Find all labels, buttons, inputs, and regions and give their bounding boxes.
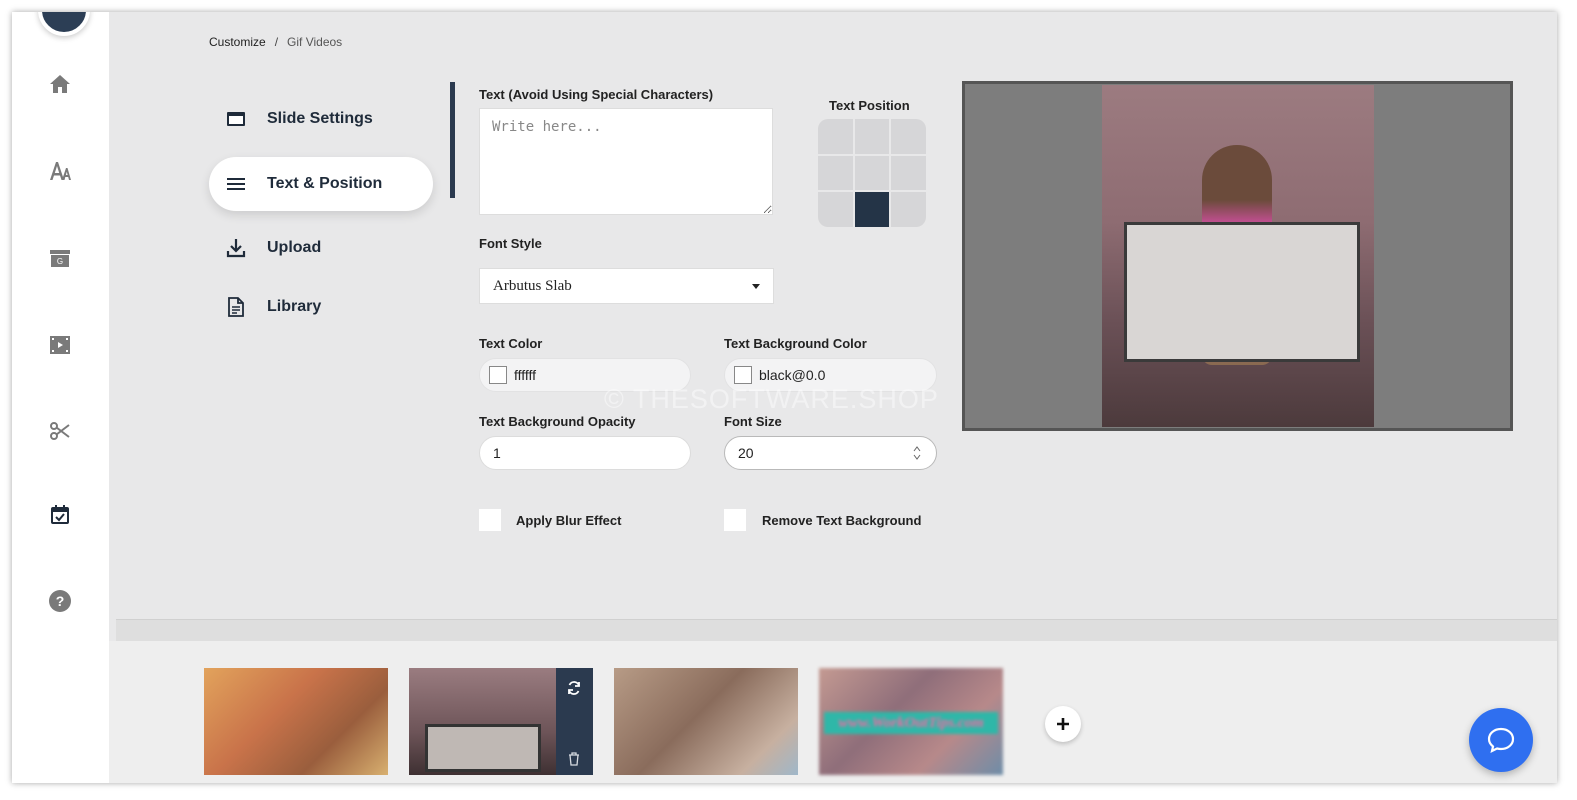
font-size-input[interactable]: 20 <box>724 436 937 470</box>
active-section-indicator <box>450 82 455 198</box>
font-style-value: Arbutus Slab <box>493 277 572 294</box>
number-spinner-icon[interactable] <box>913 446 921 460</box>
bg-opacity-value: 1 <box>493 445 501 461</box>
trash-icon[interactable] <box>568 752 580 766</box>
home-icon[interactable] <box>48 72 72 96</box>
thumbnail-actions <box>556 668 593 775</box>
position-cell-selected[interactable] <box>854 192 890 227</box>
thumbnail-overlay-text: www.WorkOutTips.com <box>824 712 998 734</box>
position-cell[interactable] <box>818 155 853 191</box>
menu-item-label: Upload <box>267 239 322 256</box>
position-cell[interactable] <box>854 155 890 191</box>
font-style-label: Font Style <box>479 236 542 251</box>
font-icon[interactable] <box>48 159 72 183</box>
logo[interactable] <box>38 12 90 36</box>
menu-item-slide-settings[interactable]: Slide Settings <box>209 92 433 146</box>
svg-text:G: G <box>57 257 63 266</box>
menu-item-label: Library <box>267 298 322 315</box>
text-label: Text (Avoid Using Special Characters) <box>479 87 714 102</box>
color-swatch[interactable] <box>489 366 507 384</box>
menu-item-library[interactable]: Library <box>209 280 433 334</box>
position-cell[interactable] <box>891 192 926 227</box>
document-icon <box>225 296 247 318</box>
gif-archive-icon[interactable]: G <box>48 246 72 270</box>
watermark-text: © THESOFTWARE.SHOP <box>604 384 939 414</box>
svg-text:?: ? <box>56 593 65 609</box>
menu-item-upload[interactable]: Upload <box>209 221 433 275</box>
thumbnail-tv <box>425 724 541 772</box>
breadcrumb-root[interactable]: Customize <box>209 35 266 49</box>
breadcrumb: Customize / Gif Videos <box>209 35 342 49</box>
font-size-value: 20 <box>738 445 754 461</box>
menu-lines-icon <box>225 173 247 195</box>
text-position-label: Text Position <box>829 98 910 113</box>
gif-preview <box>962 81 1513 431</box>
font-size-label: Font Size <box>724 414 782 429</box>
video-film-icon[interactable] <box>48 333 72 357</box>
chat-support-button[interactable] <box>1469 708 1533 772</box>
calendar-check-icon[interactable] <box>48 503 72 527</box>
blur-effect-checkbox[interactable] <box>479 509 501 531</box>
help-icon[interactable]: ? <box>48 589 72 613</box>
menu-item-label: Text & Position <box>267 175 383 192</box>
refresh-icon[interactable] <box>566 680 582 696</box>
text-position-grid <box>818 119 926 227</box>
timeline-thumbnail[interactable]: www.WorkOutTips.com <box>819 668 1003 775</box>
timeline-thumbnail[interactable] <box>614 668 798 775</box>
chat-bubble-icon <box>1487 727 1515 754</box>
position-cell[interactable] <box>818 119 853 154</box>
timeline-thumbnail-selected[interactable] <box>409 668 556 775</box>
remove-bg-checkbox[interactable] <box>724 509 746 531</box>
color-swatch[interactable] <box>734 366 752 384</box>
download-icon <box>225 237 247 259</box>
text-bg-color-value: black@0.0 <box>759 367 826 383</box>
text-bg-color-label: Text Background Color <box>724 336 867 351</box>
bg-opacity-input[interactable]: 1 <box>479 436 691 470</box>
plus-icon <box>1057 718 1069 730</box>
slide-icon <box>225 108 247 130</box>
position-cell[interactable] <box>818 192 853 227</box>
text-input[interactable] <box>479 108 773 215</box>
text-color-value: ffffff <box>514 367 537 383</box>
timeline-thumbnail[interactable] <box>204 668 388 775</box>
menu-item-text-position[interactable]: Text & Position <box>209 157 433 211</box>
bg-opacity-label: Text Background Opacity <box>479 414 636 429</box>
font-style-select[interactable]: Arbutus Slab <box>479 268 774 304</box>
position-cell[interactable] <box>854 119 890 154</box>
text-color-label: Text Color <box>479 336 543 351</box>
remove-bg-label: Remove Text Background <box>762 513 922 528</box>
add-slide-button[interactable] <box>1045 706 1081 742</box>
caret-down-icon <box>752 284 760 289</box>
position-cell[interactable] <box>891 119 926 154</box>
preview-frame-image <box>1102 85 1374 427</box>
app-window: G ? Customize / Gif Videos Slide Settings … <box>12 12 1557 783</box>
scissors-icon[interactable] <box>48 419 72 443</box>
timeline-divider <box>116 619 1557 642</box>
position-cell[interactable] <box>891 155 926 191</box>
blur-effect-label: Apply Blur Effect <box>516 513 622 528</box>
preview-tv-overlay <box>1124 222 1360 362</box>
breadcrumb-separator: / <box>274 35 279 49</box>
sidebar: G ? <box>12 12 109 783</box>
breadcrumb-current: Gif Videos <box>287 35 343 49</box>
menu-item-label: Slide Settings <box>267 110 373 127</box>
